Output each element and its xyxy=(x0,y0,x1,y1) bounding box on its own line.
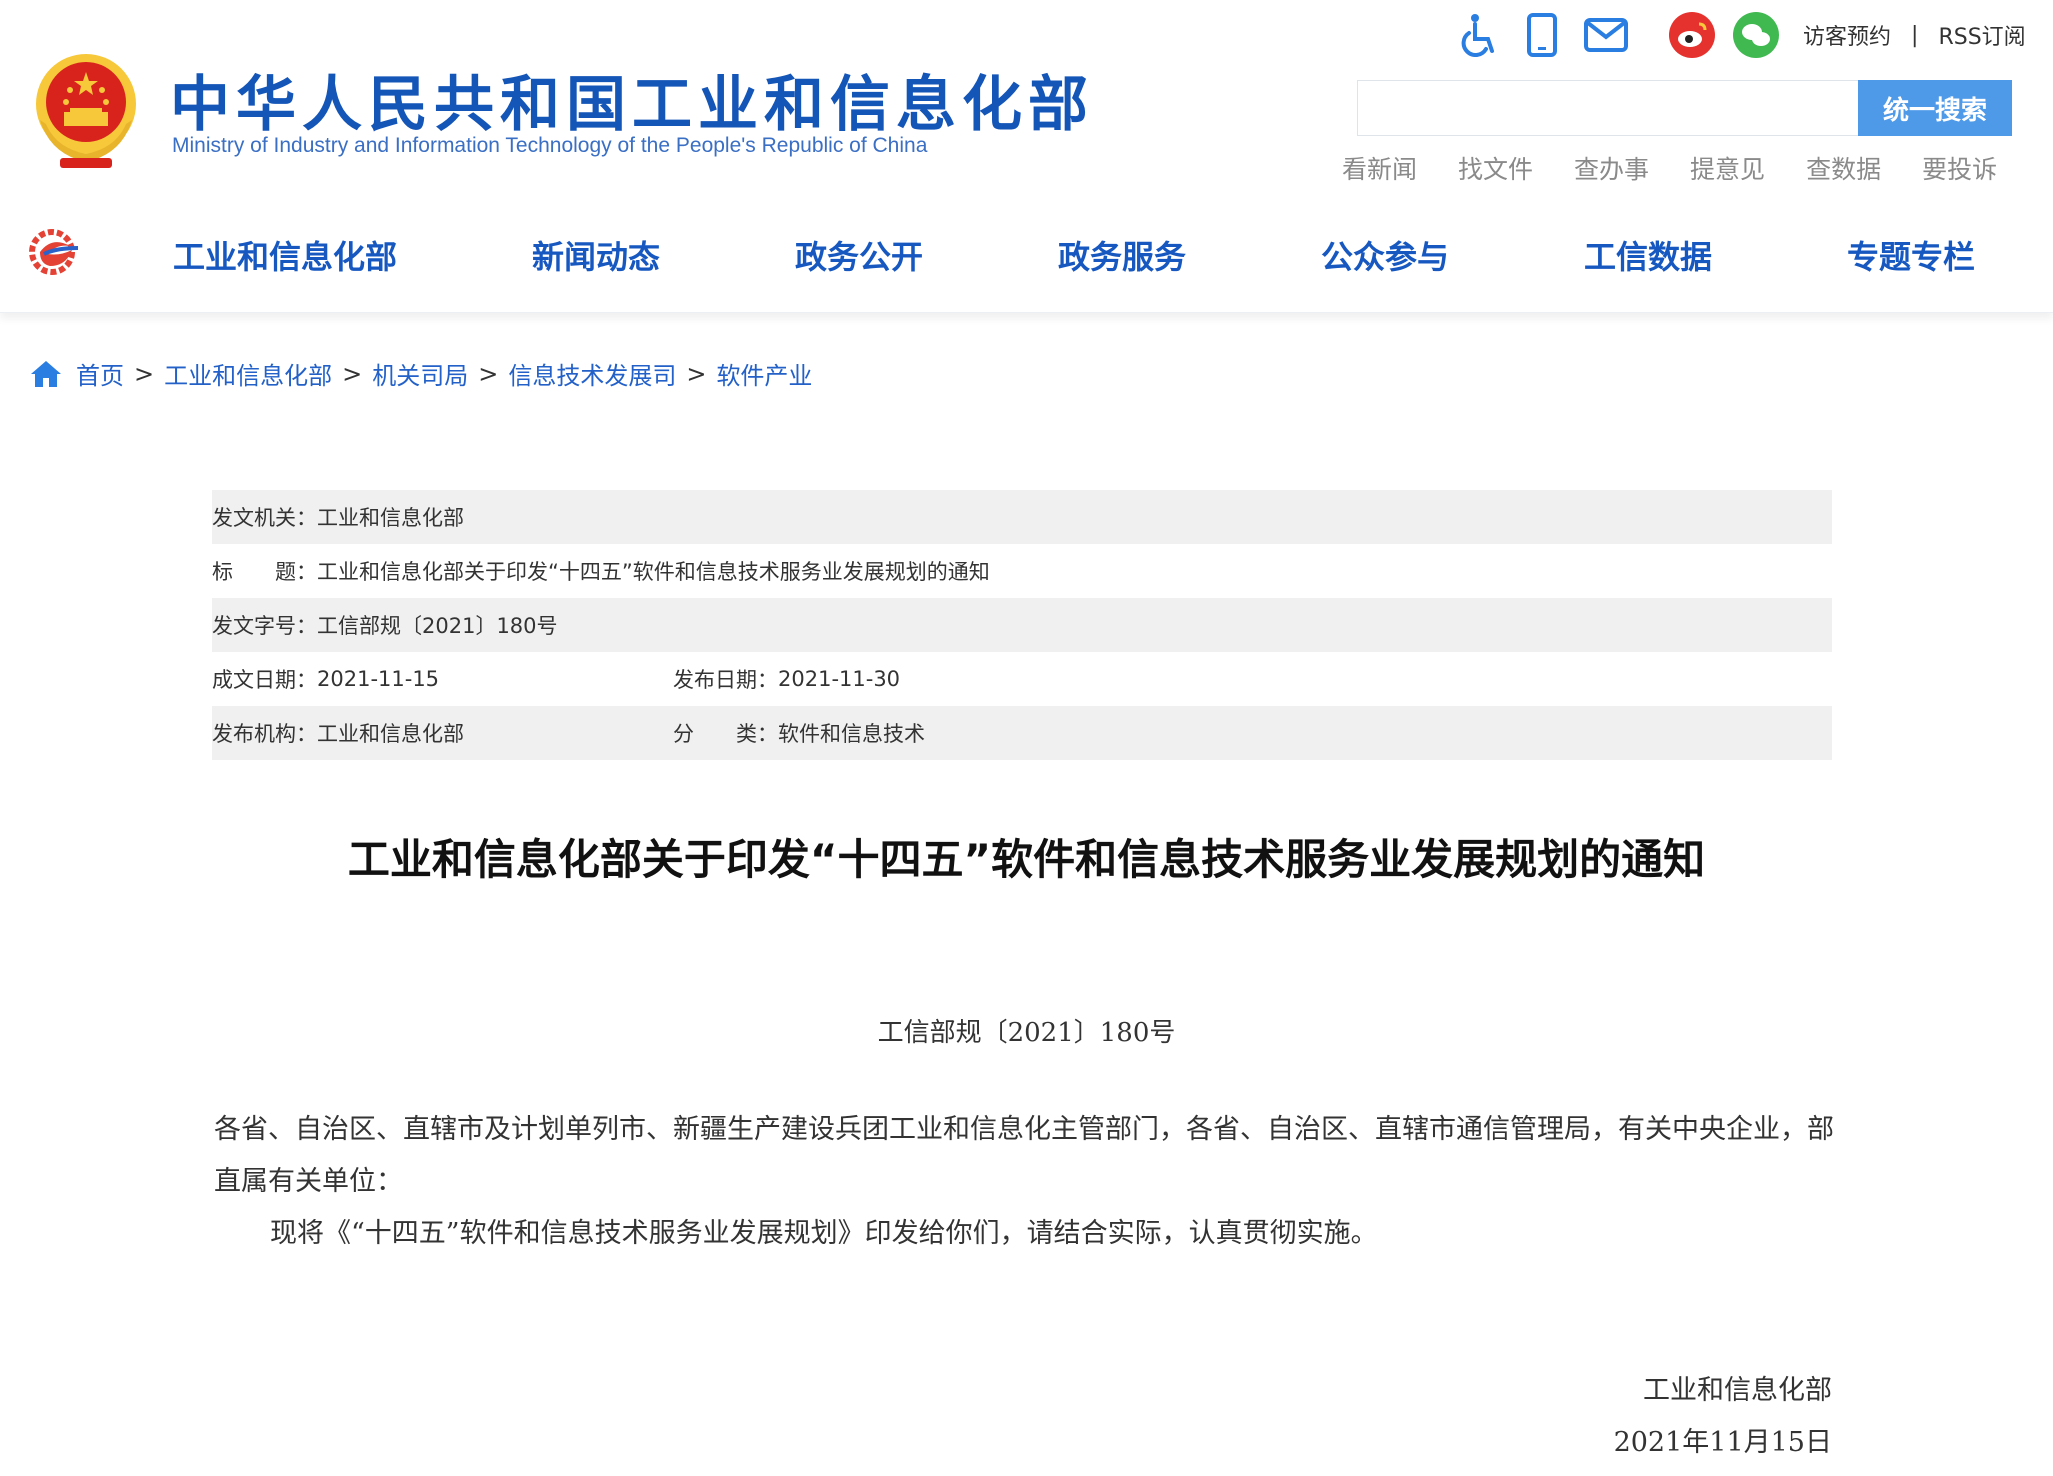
quick-link-documents[interactable]: 找文件 xyxy=(1458,150,1533,186)
category-cell: 分 类： 软件和信息技术 xyxy=(673,718,925,748)
quick-link-services[interactable]: 查办事 xyxy=(1574,150,1649,186)
signature-date: 2021年11月15日 xyxy=(1613,1427,1832,1458)
org-value: 工业和信息化部 xyxy=(317,722,464,746)
meta-row-org: 发布机构： 工业和信息化部 分 类： 软件和信息技术 xyxy=(212,706,1832,760)
breadcrumb-home[interactable]: 首页 xyxy=(76,356,124,391)
utility-bar: 访客预约 | RSS订阅 xyxy=(1455,10,2026,60)
meta-row-issuer: 发文机关： 工业和信息化部 xyxy=(212,490,1832,544)
nav-item-government-affairs[interactable]: 政务公开 xyxy=(795,232,923,278)
nav-item-data[interactable]: 工信数据 xyxy=(1584,232,1712,278)
wechat-icon[interactable] xyxy=(1733,12,1779,58)
main-nav: 工业和信息化部 新闻动态 政务公开 政务服务 公众参与 工信数据 专题专栏 xyxy=(0,200,2053,313)
breadcrumb-software-industry[interactable]: 软件产业 xyxy=(716,356,812,391)
meta-row-dates: 成文日期： 2021-11-15 发布日期： 2021-11-30 xyxy=(212,652,1832,706)
issuer-label: 发文机关： xyxy=(212,506,317,530)
nav-item-government-services[interactable]: 政务服务 xyxy=(1058,232,1186,278)
created-value: 2021-11-15 xyxy=(317,667,440,691)
org-label: 发布机构： xyxy=(212,722,317,746)
nav-item-public-participation[interactable]: 公众参与 xyxy=(1321,232,1449,278)
quick-link-feedback[interactable]: 提意见 xyxy=(1690,150,1765,186)
quick-link-news[interactable]: 看新闻 xyxy=(1342,150,1417,186)
published-value: 2021-11-30 xyxy=(778,667,901,691)
breadcrumb-separator: > xyxy=(134,359,155,388)
docno-value: 工信部规〔2021〕180号 xyxy=(317,614,558,638)
quick-link-data[interactable]: 查数据 xyxy=(1806,150,1881,186)
article-title: 工业和信息化部关于印发“十四五”软件和信息技术服务业发展规划的通知 xyxy=(347,835,1706,884)
site-title: 中华人民共和国工业和信息化部 xyxy=(170,70,1094,140)
breadcrumb-departments[interactable]: 机关司局 xyxy=(372,356,468,391)
quick-link-complaint[interactable]: 要投诉 xyxy=(1922,150,1997,186)
document-number: 工信部规〔2021〕180号 xyxy=(877,1018,1176,1048)
mail-icon[interactable] xyxy=(1583,12,1629,58)
national-emblem-icon xyxy=(36,54,136,168)
category-value: 软件和信息技术 xyxy=(778,722,925,746)
breadcrumb-separator: > xyxy=(686,359,707,388)
breadcrumb-ministry[interactable]: 工业和信息化部 xyxy=(164,356,332,391)
breadcrumb-it-development[interactable]: 信息技术发展司 xyxy=(508,356,676,391)
published-cell: 发布日期： 2021-11-30 xyxy=(673,664,900,694)
org-cell: 发布机构： 工业和信息化部 xyxy=(212,718,673,748)
breadcrumb: 首页 > 工业和信息化部 > 机关司局 > 信息技术发展司 > 软件产业 xyxy=(30,356,812,391)
breadcrumb-separator: > xyxy=(478,359,499,388)
quick-links: 看新闻 找文件 查办事 提意见 查数据 要投诉 xyxy=(1342,150,2038,186)
created-cell: 成文日期： 2021-11-15 xyxy=(212,664,673,694)
accessibility-icon[interactable] xyxy=(1455,12,1501,58)
category-label: 分 类： xyxy=(673,722,778,746)
document-metadata: 发文机关： 工业和信息化部 标 题： 工业和信息化部关于印发“十四五”软件和信息… xyxy=(212,490,1832,760)
rss-link[interactable]: RSS订阅 xyxy=(1938,19,2025,51)
home-icon[interactable] xyxy=(30,359,62,389)
nav-item-special-topics[interactable]: 专题专栏 xyxy=(1847,232,1975,278)
nav-item-news[interactable]: 新闻动态 xyxy=(532,232,660,278)
issuer-value: 工业和信息化部 xyxy=(317,506,464,530)
weibo-icon[interactable] xyxy=(1669,12,1715,58)
nav-item-ministry[interactable]: 工业和信息化部 xyxy=(173,232,397,278)
meta-row-docno: 发文字号： 工信部规〔2021〕180号 xyxy=(212,598,1832,652)
title-value: 工业和信息化部关于印发“十四五”软件和信息技术服务业发展规划的通知 xyxy=(317,560,990,584)
breadcrumb-separator: > xyxy=(342,359,363,388)
miit-logo-icon[interactable] xyxy=(26,226,84,278)
search-input[interactable] xyxy=(1357,80,1858,136)
docno-label: 发文字号： xyxy=(212,614,317,638)
mobile-icon[interactable] xyxy=(1519,12,1565,58)
created-label: 成文日期： xyxy=(212,668,317,692)
title-label: 标 题： xyxy=(212,560,317,584)
site-header: 中华人民共和国工业和信息化部 Ministry of Industry and … xyxy=(0,0,2053,190)
addressee-paragraph: 各省、自治区、直辖市及计划单列市、新疆生产建设兵团工业和信息化主管部门，各省、自… xyxy=(214,1114,1834,1197)
separator: | xyxy=(1911,22,1919,48)
visitor-appointment-link[interactable]: 访客预约 xyxy=(1803,19,1891,51)
unified-search-button[interactable]: 统一搜索 xyxy=(1858,80,2012,136)
signature-organization: 工业和信息化部 xyxy=(1643,1375,1832,1406)
meta-row-title: 标 题： 工业和信息化部关于印发“十四五”软件和信息技术服务业发展规划的通知 xyxy=(212,544,1832,598)
published-label: 发布日期： xyxy=(673,668,778,692)
body-paragraph: 现将《“十四五”软件和信息技术服务业发展规划》印发给你们，请结合实际，认真贯彻实… xyxy=(270,1218,1378,1249)
site-subtitle: Ministry of Industry and Information Tec… xyxy=(172,134,928,157)
